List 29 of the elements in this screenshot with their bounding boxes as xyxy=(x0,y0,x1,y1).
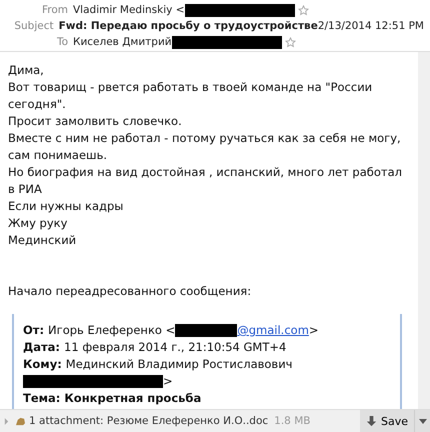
sender-name: Vladimir Medinskiy < xyxy=(73,4,184,16)
date-text: 11 февраля 2014 г., 21:10:54 GMT+4 xyxy=(64,339,286,356)
from-label: From xyxy=(40,4,68,16)
message-line: Вместе с ним не работал - потому ручаться как за себя не могу, сам понимаешь. xyxy=(8,130,402,164)
message-line: Если нужны кадры xyxy=(8,198,124,215)
message-line: Жму руку xyxy=(8,215,68,232)
recipient-name: Киселев Дмитрий xyxy=(73,36,172,48)
subject-line: Тема: Конкретная просьба xyxy=(23,390,202,407)
bracket-text: > xyxy=(308,322,319,339)
message-date: 2/13/2014 12:51 PM xyxy=(318,20,424,32)
message-line: Вот товарищ - рвется работать в твоей команде на "России сегодня". xyxy=(8,79,374,113)
email-link[interactable]: @gmail.com xyxy=(237,322,309,339)
subject-text: Fwd: Передаю просьбу о трудоустройстве xyxy=(58,20,318,32)
forward-heading: Начало переадресованного сообщения: xyxy=(8,283,252,300)
field-label: От: xyxy=(23,322,44,339)
bracket-text: > xyxy=(163,373,173,390)
subject-label: Subject xyxy=(13,20,54,32)
attachment-name[interactable]: 1 attachment: Резюме Елеференко И.О..doc xyxy=(29,415,268,427)
field-label: Дата: xyxy=(23,339,60,356)
to-label: To xyxy=(56,36,68,48)
message-line: Мединский xyxy=(8,232,78,249)
field-label: Кому: xyxy=(23,356,62,373)
recipient-name: Мединский Владимир Ростиславович xyxy=(66,356,292,373)
message-line: Просит замолвить словечко. xyxy=(8,113,183,130)
save-button[interactable]: Save xyxy=(360,410,414,432)
attachment-size: 1.8 MB xyxy=(274,415,310,427)
message-line: Дима, xyxy=(8,62,45,79)
message-line: Но биография на вид достойная , испанский, много лет работал в РИА xyxy=(8,164,403,198)
sender-name: Игорь Елеференко < xyxy=(48,322,176,339)
